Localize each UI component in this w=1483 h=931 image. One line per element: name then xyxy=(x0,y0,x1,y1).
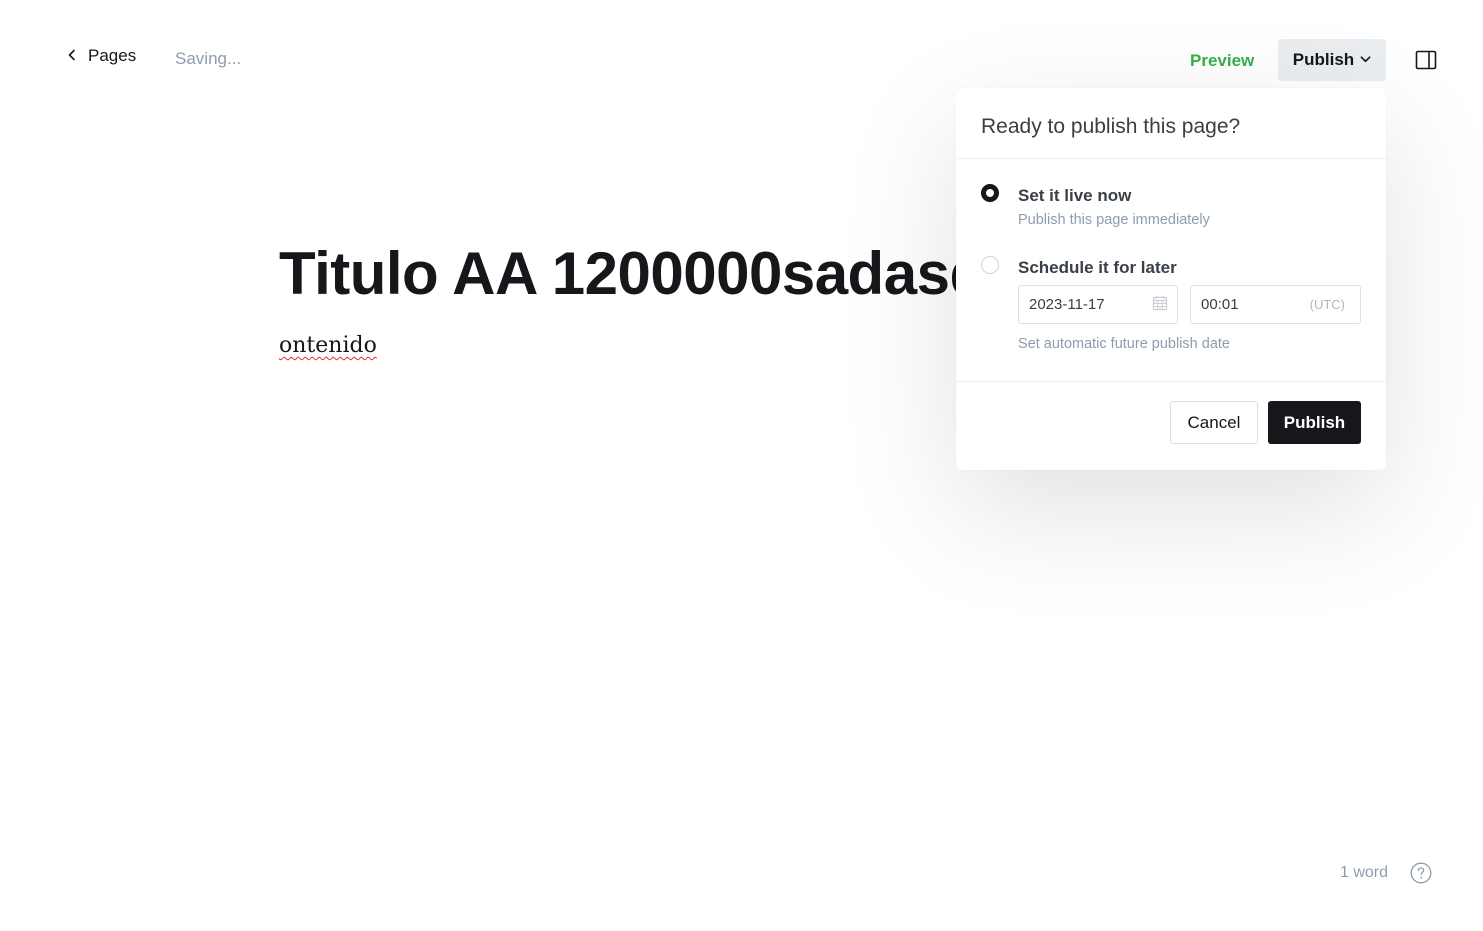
date-value: 2023-11-17 xyxy=(1029,296,1105,313)
post-title[interactable]: Titulo AA 1200000sadasdas xyxy=(279,236,957,312)
publish-popover: Ready to publish this page? Set it live … xyxy=(956,88,1386,470)
chevron-down-icon xyxy=(1360,50,1371,70)
post-body[interactable]: ontenido xyxy=(279,333,377,358)
publish-now-label[interactable]: Set it live now xyxy=(1018,186,1131,206)
schedule-later-label[interactable]: Schedule it for later xyxy=(1018,258,1177,278)
publish-menu-button[interactable]: Publish xyxy=(1278,39,1386,81)
preview-button[interactable]: Preview xyxy=(1178,40,1266,81)
calendar-icon xyxy=(1152,295,1168,315)
back-label: Pages xyxy=(88,46,137,65)
schedule-later-radio[interactable] xyxy=(981,256,999,274)
divider xyxy=(956,158,1386,159)
schedule-date-input[interactable]: 2023-11-17 xyxy=(1018,285,1178,324)
schedule-hint: Set automatic future publish date xyxy=(1018,336,1230,352)
publish-now-description: Publish this page immediately xyxy=(1018,212,1210,228)
save-status: Saving... xyxy=(175,49,242,68)
time-value: 00:01 xyxy=(1201,296,1239,313)
confirm-publish-button[interactable]: Publish xyxy=(1268,401,1361,444)
help-icon[interactable] xyxy=(1410,862,1432,884)
popover-title: Ready to publish this page? xyxy=(981,115,1241,138)
schedule-time-input[interactable]: 00:01 (UTC) xyxy=(1190,285,1361,324)
publish-menu-label: Publish xyxy=(1292,50,1355,69)
back-to-pages-link[interactable]: Pages xyxy=(66,46,136,66)
divider xyxy=(956,381,1386,382)
sidebar-toggle-icon[interactable] xyxy=(1414,48,1438,72)
timezone-label: (UTC) xyxy=(1309,297,1345,312)
editor-page: Pages Saving... Preview Publish Titulo A… xyxy=(0,0,1483,931)
word-count: 1 word xyxy=(1340,864,1389,881)
publish-now-radio[interactable] xyxy=(981,184,999,202)
cancel-button[interactable]: Cancel xyxy=(1170,401,1258,444)
chevron-left-icon xyxy=(66,46,78,66)
